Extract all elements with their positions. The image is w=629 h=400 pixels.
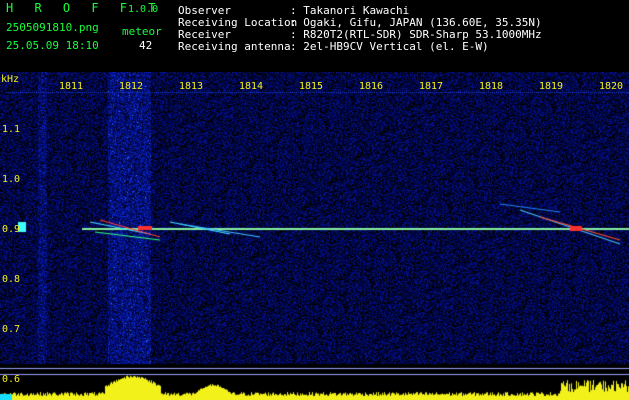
antenna-value: : 2el-HB9CV Vertical (el. E-W) [290,40,489,53]
time-tick-1816: 1816 [359,81,384,92]
app-version: 1.0.0 [128,4,159,15]
header-panel: H R O F F T 1.0.0 2505091810.png meteor … [0,0,629,72]
time-tick-1819: 1819 [539,81,564,92]
antenna-key: Receiving antenna [178,40,291,53]
time-tick-1817: 1817 [419,81,444,92]
meteor-count-value: 42 [139,39,153,52]
meteor-count-label: meteor [122,25,162,38]
time-tick-1818: 1818 [479,81,504,92]
time-tick-1812: 1812 [119,81,144,92]
unit-label: kHz [1,74,20,85]
time-tick-1820: 1820 [599,81,624,92]
freq-tick-0-9: 0.9 [2,224,21,235]
freq-tick-0-6: 0.6 [2,374,21,385]
freq-tick-0-8: 0.8 [2,274,21,285]
file-name: 2505091810.png [6,21,99,34]
timestamp: 25.05.09 18:10 [6,39,99,52]
freq-tick-1-1: 1.1 [2,124,21,135]
freq-tick-1-0: 1.0 [2,174,21,185]
time-tick-1813: 1813 [179,81,204,92]
time-tick-1815: 1815 [299,81,324,92]
time-tick-1814: 1814 [239,81,264,92]
time-tick-1811: 1811 [59,81,84,92]
spectrogram-canvas [0,72,629,400]
freq-tick-0-7: 0.7 [2,324,21,335]
